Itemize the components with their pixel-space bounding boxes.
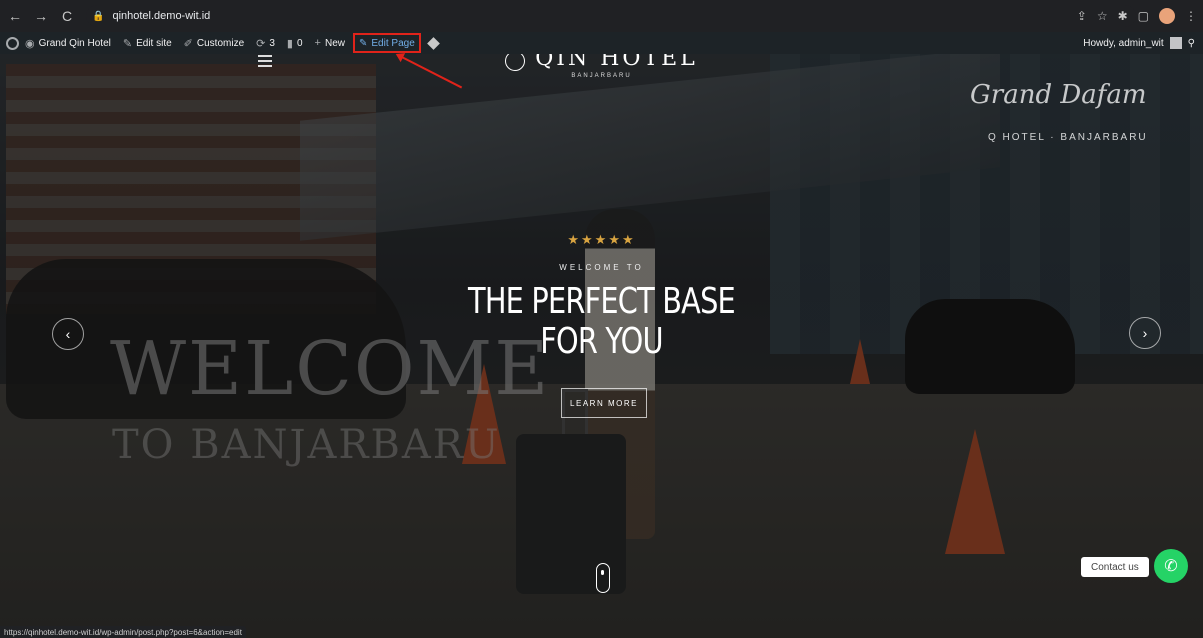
welcome-to-label: WELCOME TO: [559, 263, 644, 272]
edit-page-button[interactable]: ✎ Edit Page: [353, 33, 421, 53]
headline-line-2: FOR YOU: [540, 321, 663, 362]
comment-icon: ▮: [286, 37, 293, 50]
wp-admin-bar: ◉ Grand Qin Hotel ✎ Edit site ✐ Customiz…: [0, 32, 1203, 54]
plus-icon: +: [314, 37, 321, 49]
howdy-account[interactable]: Howdy, admin_wit: [1083, 38, 1163, 49]
bookmark-star-icon[interactable]: ☆: [1097, 9, 1108, 23]
browser-toolbar: ← → C 🔒 qinhotel.demo-wit.id ⇪ ☆ ✱ ▢ ⋮: [0, 0, 1203, 32]
address-url: qinhotel.demo-wit.id: [112, 10, 211, 22]
new-label: New: [324, 37, 345, 49]
profile-avatar[interactable]: [1159, 8, 1175, 24]
sub-brand: Q HOTEL · BANJARBARU: [988, 132, 1148, 143]
updates-button[interactable]: ⟳ 3: [250, 32, 281, 54]
star-rating: ★★★★★: [567, 232, 636, 247]
whatsapp-icon[interactable]: ✆: [1154, 549, 1188, 583]
reload-icon[interactable]: C: [56, 5, 78, 27]
slider-next-icon[interactable]: ›: [1129, 317, 1161, 349]
updates-icon: ⟳: [256, 37, 266, 50]
diamond-icon[interactable]: [426, 36, 440, 50]
hotel-logo[interactable]: QIN HOTEL BANJARBARU: [0, 54, 1203, 79]
admin-avatar[interactable]: [1169, 37, 1182, 49]
pen-icon: ✐: [183, 37, 193, 50]
customize-label: Customize: [196, 37, 245, 49]
new-content-button[interactable]: + New: [309, 32, 351, 54]
headline-line-1: THE PERFECT BASE: [468, 281, 736, 322]
customize-button[interactable]: ✐ Customize: [178, 32, 250, 54]
learn-more-button[interactable]: LEARN MORE: [561, 388, 647, 418]
browser-menu-icon[interactable]: ⋮: [1185, 9, 1197, 23]
updates-count: 3: [269, 37, 275, 49]
hero-headline: THE PERFECT BASE FOR YOU: [120, 282, 1082, 362]
edit-site-label: Edit site: [136, 37, 172, 49]
contact-us-label[interactable]: Contact us: [1081, 557, 1149, 577]
hotel-location: BANJARBARU: [571, 73, 632, 79]
hotel-name: QIN HOTEL: [535, 54, 698, 71]
admin-site-name[interactable]: ◉ Grand Qin Hotel: [19, 32, 117, 54]
forward-icon[interactable]: →: [30, 5, 52, 27]
status-bar-url: https://qinhotel.demo-wit.id/wp-admin/po…: [0, 626, 246, 638]
window-icon[interactable]: ▢: [1138, 9, 1149, 23]
address-bar[interactable]: 🔒 qinhotel.demo-wit.id: [86, 5, 1136, 27]
brand-signature: Grand Dafam: [970, 80, 1147, 110]
back-icon[interactable]: ←: [4, 5, 26, 27]
pencil-icon: ✎: [359, 37, 368, 49]
edit-page-label: Edit Page: [371, 37, 415, 49]
wordpress-logo-icon[interactable]: [6, 36, 19, 50]
lotus-logo-icon: [505, 54, 526, 71]
comments-count: 0: [296, 37, 303, 49]
comments-button[interactable]: ▮ 0: [281, 32, 309, 54]
site-name-label: Grand Qin Hotel: [38, 37, 111, 49]
share-icon[interactable]: ⇪: [1077, 9, 1087, 23]
dashboard-icon: ◉: [25, 37, 35, 50]
edit-site-button[interactable]: ✎ Edit site: [117, 32, 178, 54]
hero-slider: QIN HOTEL BANJARBARU Grand Dafam Q HOTEL…: [0, 54, 1203, 638]
scroll-down-icon[interactable]: [596, 563, 610, 593]
lock-icon: 🔒: [92, 10, 105, 22]
slider-prev-icon[interactable]: ‹: [52, 318, 84, 350]
background-location-text: TO BANJARBARU: [112, 422, 501, 468]
extensions-icon[interactable]: ✱: [1118, 9, 1128, 23]
brush-icon: ✎: [122, 37, 133, 50]
admin-search-icon[interactable]: ⚲: [1188, 38, 1195, 49]
